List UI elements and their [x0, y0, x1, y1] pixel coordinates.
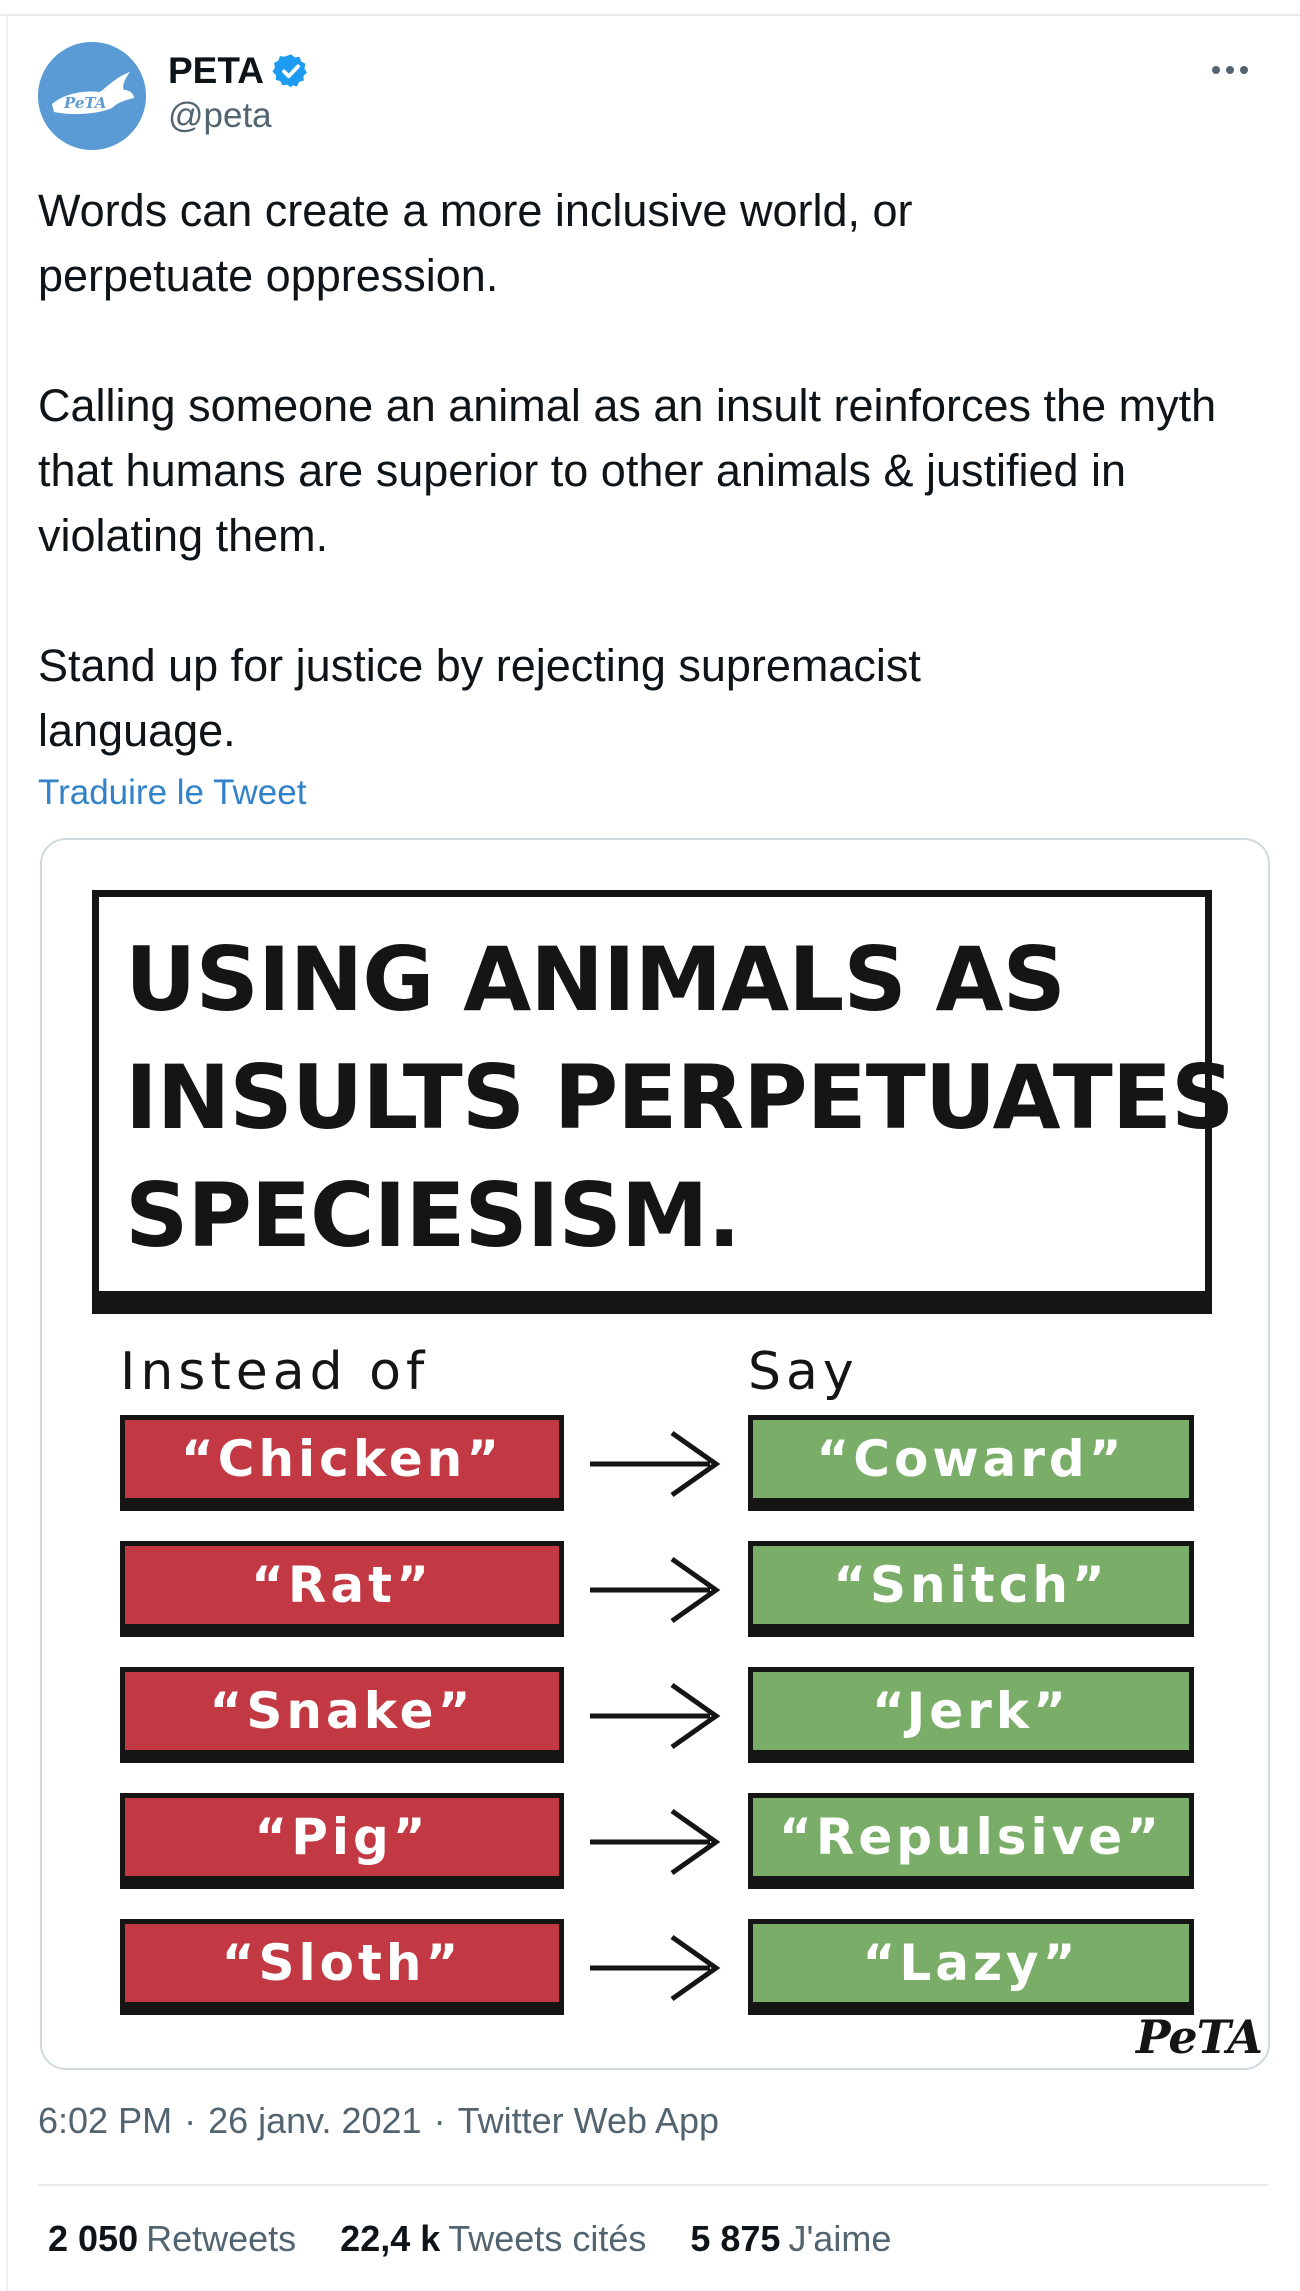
arrow-right-icon: [590, 1934, 721, 2002]
author-handle[interactable]: @peta: [168, 96, 272, 136]
insult-word-box: “Rat”: [120, 1541, 564, 1629]
left-border: [6, 14, 8, 2291]
insult-word-box: “Snake”: [120, 1667, 564, 1755]
author-name-row: PETA: [168, 48, 310, 94]
peta-logo: PeTA: [1135, 2010, 1263, 2064]
replacement-word-box: “Lazy”: [748, 1919, 1194, 2007]
word-pair-row: “Chicken” “Coward”: [42, 1415, 1268, 1511]
likes-label: J'aime: [788, 2218, 892, 2259]
top-border: [0, 14, 1300, 16]
word-pair-row: “Sloth” “Lazy”: [42, 1919, 1268, 2015]
quote-tweets-label: Tweets cités: [448, 2218, 647, 2259]
say-header: Say: [748, 1342, 859, 1402]
headline-line: USING ANIMALS AS: [125, 928, 1066, 1031]
avatar[interactable]: PeTA: [38, 42, 146, 150]
tweet-time[interactable]: 6:02 PM: [38, 2100, 172, 2141]
tweet-paragraph: Stand up for justice by rejecting suprem…: [38, 640, 921, 756]
tweet-paragraph: Words can create a more inclusive world,…: [38, 185, 913, 301]
tweet-source: Twitter Web App: [457, 2100, 720, 2141]
headline-line: SPECIESISM.: [125, 1164, 741, 1267]
stats-divider: [38, 2184, 1268, 2186]
replacement-word-box: “Repulsive”: [748, 1793, 1194, 1881]
more-options-button[interactable]: [1200, 52, 1260, 88]
instead-of-header: Instead of: [120, 1342, 430, 1402]
word-pair-row: “Rat” “Snitch”: [42, 1541, 1268, 1637]
tweet-body: Words can create a more inclusive world,…: [38, 178, 1268, 763]
replacement-word-box: “Jerk”: [748, 1667, 1194, 1755]
tweet-paragraph: Calling someone an animal as an insult r…: [38, 380, 1217, 561]
tweet-date[interactable]: 26 janv. 2021: [208, 2100, 422, 2141]
replacement-word-box: “Snitch”: [748, 1541, 1194, 1629]
tweet-image[interactable]: USING ANIMALS AS INSULTS PERPETUATES SPE…: [40, 838, 1270, 2070]
replacement-word-box: “Coward”: [748, 1415, 1194, 1503]
arrow-right-icon: [590, 1430, 721, 1498]
arrow-right-icon: [590, 1682, 721, 1750]
peta-rabbit-logo-icon: PeTA: [38, 42, 146, 150]
likes-count: 5 875: [690, 2218, 781, 2259]
headline-line: INSULTS PERPETUATES: [125, 1046, 1234, 1149]
insult-word-box: “Chicken”: [120, 1415, 564, 1503]
retweets-label: Retweets: [146, 2218, 297, 2259]
tweet-card: PeTA PETA @peta Words can create a more …: [0, 0, 1300, 2291]
svg-text:PeTA: PeTA: [63, 94, 106, 112]
translate-tweet-link[interactable]: Traduire le Tweet: [38, 773, 306, 813]
more-dot-icon: [1226, 66, 1234, 74]
tweet-stats: 2 050 Retweets 22,4 k Tweets cités 5 875 J'…: [48, 2218, 935, 2260]
tweet-meta: 6:02 PM · 26 janv. 2021 · Twitter Web App: [38, 2100, 719, 2142]
word-pair-row: “Snake” “Jerk”: [42, 1667, 1268, 1763]
author-display-name[interactable]: PETA: [168, 50, 264, 92]
quote-tweets-stat[interactable]: 22,4 k Tweets cités: [340, 2218, 646, 2260]
insult-word-box: “Pig”: [120, 1793, 564, 1881]
arrow-right-icon: [590, 1808, 721, 1876]
insult-word-box: “Sloth”: [120, 1919, 564, 2007]
verified-badge-icon: [272, 54, 307, 88]
headline-box: USING ANIMALS AS INSULTS PERPETUATES SPE…: [92, 890, 1234, 1298]
retweets-count: 2 050: [48, 2218, 139, 2259]
more-dot-icon: [1212, 66, 1220, 74]
retweets-stat[interactable]: 2 050 Retweets: [48, 2218, 296, 2260]
arrow-right-icon: [590, 1556, 721, 1624]
word-pair-row: “Pig” “Repulsive”: [42, 1793, 1268, 1889]
more-dot-icon: [1240, 66, 1248, 74]
meta-separator: ·: [184, 2100, 197, 2141]
quote-tweets-count: 22,4 k: [340, 2218, 441, 2259]
meta-separator: ·: [433, 2100, 446, 2141]
likes-stat[interactable]: 5 875 J'aime: [690, 2218, 891, 2260]
image-headline: USING ANIMALS AS INSULTS PERPETUATES SPE…: [125, 921, 1234, 1275]
